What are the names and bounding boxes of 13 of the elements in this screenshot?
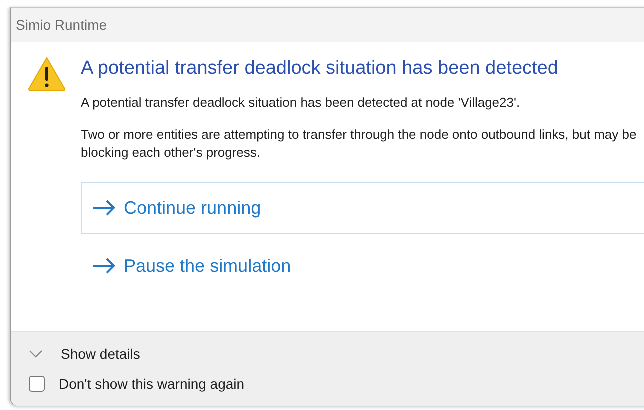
arrow-icon [92,200,116,216]
message-text: A potential transfer deadlock situation has been detected at node 'Village23'. [81,94,522,112]
command-link[interactable]: Continue running [81,182,644,234]
chevron-icon [29,350,43,358]
command-link[interactable]: Pause the simulation [81,240,644,292]
arrow-icon [92,258,116,274]
warning-icon [27,56,67,92]
message-text: Two or more entities are attempting to transfer through the node onto outbound links, but may be blocking each other's progress. [81,126,638,162]
checkbox-label[interactable]: Don't show this warning again [59,376,245,392]
checkbox[interactable] [29,376,45,392]
dialog-heading: A potential transfer deadlock situation has been detected [81,58,560,80]
window-title: Simio Runtime [16,17,108,33]
show-details-toggle[interactable]: Show details [29,346,644,362]
